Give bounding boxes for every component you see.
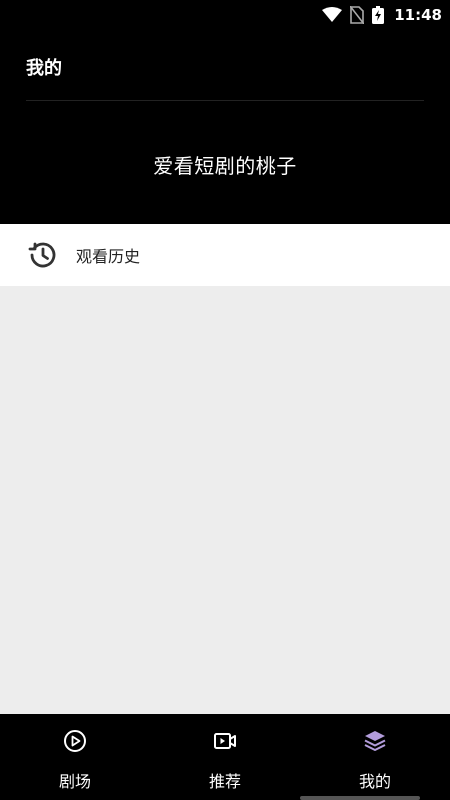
status-bar: 11:48 <box>0 0 450 30</box>
header-divider <box>26 100 424 101</box>
nav-label-mine: 我的 <box>358 772 391 791</box>
no-sim-icon <box>350 6 365 24</box>
battery-charging-icon <box>372 6 385 24</box>
nav-tab-recommend[interactable]: 推荐 <box>150 714 300 800</box>
username: 爱看短剧的桃子 <box>153 154 297 178</box>
history-icon <box>28 242 56 268</box>
page-title: 我的 <box>26 58 62 79</box>
nav-tab-mine[interactable]: 我的 <box>300 714 450 800</box>
bottom-nav: 剧场 推荐 我的 <box>0 714 450 800</box>
nav-label-recommend: 推荐 <box>208 772 241 791</box>
profile-header: 我的 爱看短剧的桃子 <box>0 30 450 224</box>
layers-icon <box>364 731 386 751</box>
watch-history-label: 观看历史 <box>76 247 141 266</box>
home-indicator <box>300 796 420 800</box>
wifi-icon <box>322 7 343 22</box>
status-time: 11:48 <box>394 6 442 24</box>
watch-history-item[interactable]: 观看历史 <box>0 224 450 286</box>
content-area <box>0 286 450 714</box>
status-icons: 11:48 <box>322 5 442 25</box>
video-camera-icon <box>214 733 236 749</box>
play-circle-icon <box>64 730 86 752</box>
nav-label-theater: 剧场 <box>58 772 91 791</box>
nav-tab-theater[interactable]: 剧场 <box>0 714 150 800</box>
